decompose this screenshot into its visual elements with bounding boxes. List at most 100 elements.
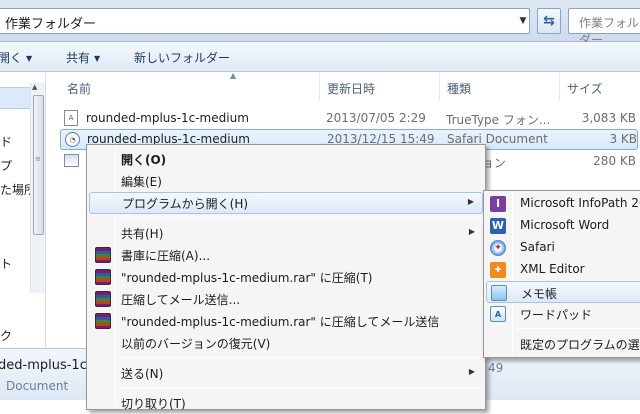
- column-header-date[interactable]: 更新日時: [320, 73, 440, 101]
- nav-item[interactable]: プ: [0, 157, 12, 174]
- submenu-item-label: ワードパッド: [520, 308, 593, 322]
- column-header-size[interactable]: サイズ: [560, 73, 640, 101]
- menu-item-label: 圧縮してメール送信...: [121, 293, 241, 307]
- menu-item-label: 共有(H): [121, 227, 164, 241]
- new-folder-button[interactable]: 新しいフォルダー: [134, 49, 230, 66]
- file-date: 2013/07/05 2:29: [326, 111, 426, 125]
- command-toolbar: 開く ▼ 共有 ▼ 新しいフォルダー: [0, 42, 640, 72]
- column-header-label: 種類: [447, 82, 472, 96]
- menu-item-label: "rounded-mplus-1c-medium.rar" に圧縮(T): [121, 271, 373, 285]
- file-row[interactable]: A rounded-mplus-1c-medium 2013/07/05 2:2…: [60, 108, 638, 129]
- menu-item-send-to[interactable]: 送る(N) ▶: [89, 362, 483, 384]
- menu-item-add-to-archive[interactable]: 書庫に圧縮(A)...: [89, 244, 483, 266]
- open-with-submenu: I Microsoft InfoPath 20 W Microsoft Word…: [483, 190, 640, 358]
- share-menu-button[interactable]: 共有 ▼: [66, 49, 100, 66]
- notepad-icon: [491, 285, 507, 301]
- file-size: 280 KB: [593, 154, 636, 168]
- column-header-label: サイズ: [567, 82, 603, 96]
- context-menu: 開く(O) 編集(E) プログラムから開く(H) ▶ 共有(H) ▶ 書庫に圧縮…: [86, 144, 486, 411]
- menu-item-open-with[interactable]: プログラムから開く(H) ▶: [89, 192, 483, 214]
- menu-item-label: プログラムから開く(H): [122, 197, 249, 211]
- submenu-item-label: Microsoft Word: [520, 218, 610, 232]
- menu-item-compress-rar-and-email[interactable]: "rounded-mplus-1c-medium.rar" に圧縮してメール送信: [89, 310, 483, 332]
- submenu-item-infopath[interactable]: I Microsoft InfoPath 20: [486, 193, 640, 215]
- menu-separator: [516, 328, 640, 329]
- address-bar[interactable]: 作業フォルダー: [0, 8, 530, 34]
- app-file-icon: [64, 154, 79, 167]
- submenu-arrow-icon: ▶: [468, 227, 475, 236]
- word-icon: W: [490, 218, 506, 234]
- scroll-up-icon[interactable]: ▲: [32, 83, 37, 91]
- submenu-item-label: XML Editor: [520, 262, 585, 276]
- chevron-down-icon: ▼: [94, 54, 101, 63]
- menu-item-label: 以前のバージョンの復元(V): [121, 337, 271, 351]
- nav-scrollbar[interactable]: ▲ ≡: [30, 83, 45, 293]
- address-bar-row: 作業フォルダー ▼ ⇆ 作業フォルダー: [0, 0, 640, 47]
- menu-separator: [119, 357, 481, 358]
- details-file-type: Document: [6, 379, 69, 393]
- menu-item-label: 書庫に圧縮(A)...: [121, 249, 211, 263]
- sort-ascending-icon: ▲: [230, 71, 237, 80]
- navigation-pane: ド プ た場所 ト ク ▲ ≡: [0, 73, 46, 348]
- file-size: 3,083 KB: [581, 111, 636, 125]
- nav-item[interactable]: ト: [0, 255, 12, 272]
- submenu-item-wordpad[interactable]: A ワードパッド: [486, 303, 640, 325]
- column-header-label: 更新日時: [327, 82, 376, 96]
- grip-icon: ≡: [35, 155, 41, 163]
- menu-item-restore-previous-versions[interactable]: 以前のバージョンの復元(V): [89, 332, 483, 354]
- details-file-name: ded-mplus-1c-: [0, 358, 92, 373]
- submenu-arrow-icon: ▶: [468, 367, 475, 376]
- submenu-item-safari[interactable]: ✦ Safari: [486, 237, 640, 259]
- submenu-item-label: 既定のプログラムの選: [520, 338, 640, 352]
- open-menu-button[interactable]: 開く ▼: [0, 49, 32, 66]
- menu-item-edit[interactable]: 編集(E): [89, 170, 483, 192]
- winrar-icon: [95, 247, 111, 263]
- menu-item-open[interactable]: 開く(O): [89, 148, 483, 170]
- open-menu-label: 開く: [0, 51, 23, 65]
- winrar-icon: [95, 269, 111, 285]
- font-file-icon: A: [64, 110, 78, 126]
- submenu-item-choose-default-program[interactable]: 既定のプログラムの選: [486, 333, 640, 355]
- xml-editor-icon: ✚: [490, 262, 506, 278]
- menu-separator: [119, 217, 481, 218]
- menu-item-label: "rounded-mplus-1c-medium.rar" に圧縮してメール送信: [121, 315, 440, 329]
- column-header-label: 名前: [67, 82, 92, 96]
- menu-item-cut[interactable]: 切り取り(T): [89, 392, 483, 414]
- refresh-button[interactable]: ⇆: [537, 8, 561, 34]
- winrar-icon: [95, 291, 111, 307]
- safari-icon: ✦: [490, 240, 506, 256]
- submenu-item-label: Safari: [520, 240, 555, 254]
- column-header-type[interactable]: 種類: [440, 73, 560, 101]
- nav-item[interactable]: ド: [0, 133, 12, 150]
- nav-item[interactable]: ク: [0, 327, 12, 344]
- search-input[interactable]: 作業フォルダー: [568, 8, 640, 47]
- submenu-item-notepad[interactable]: メモ帳: [486, 281, 640, 303]
- share-menu-label: 共有: [66, 51, 91, 65]
- nav-selected-item[interactable]: [0, 87, 30, 109]
- file-size: 3 KB: [609, 132, 637, 146]
- menu-item-compress-to-rar[interactable]: "rounded-mplus-1c-medium.rar" に圧縮(T): [89, 266, 483, 288]
- refresh-icon: ⇆: [543, 13, 555, 29]
- file-type: TrueType フォン...: [446, 113, 551, 127]
- submenu-item-label: メモ帳: [521, 287, 558, 301]
- file-name: rounded-mplus-1c-medium: [86, 111, 249, 125]
- details-extra: 49: [488, 361, 504, 375]
- menu-item-label: 切り取り(T): [121, 397, 186, 411]
- menu-separator: [119, 387, 481, 388]
- menu-item-compress-and-email[interactable]: 圧縮してメール送信...: [89, 288, 483, 310]
- wordpad-icon: A: [490, 306, 506, 322]
- menu-item-share[interactable]: 共有(H) ▶: [89, 222, 483, 244]
- infopath-icon: I: [490, 196, 506, 212]
- submenu-arrow-icon: ▶: [467, 197, 474, 206]
- winrar-icon: [95, 313, 111, 329]
- chevron-down-icon: ▼: [26, 54, 33, 63]
- column-header-name[interactable]: 名前 ▲: [60, 71, 320, 101]
- scrollbar-thumb[interactable]: ≡: [33, 95, 44, 235]
- submenu-item-xml-editor[interactable]: ✚ XML Editor: [486, 259, 640, 281]
- address-path[interactable]: 作業フォルダー: [5, 13, 96, 32]
- address-dropdown-icon[interactable]: ▼: [513, 8, 533, 34]
- submenu-item-label: Microsoft InfoPath 20: [520, 196, 640, 210]
- menu-item-label: 送る(N): [121, 367, 164, 381]
- menu-item-label: 編集(E): [121, 175, 162, 189]
- submenu-item-word[interactable]: W Microsoft Word: [486, 215, 640, 237]
